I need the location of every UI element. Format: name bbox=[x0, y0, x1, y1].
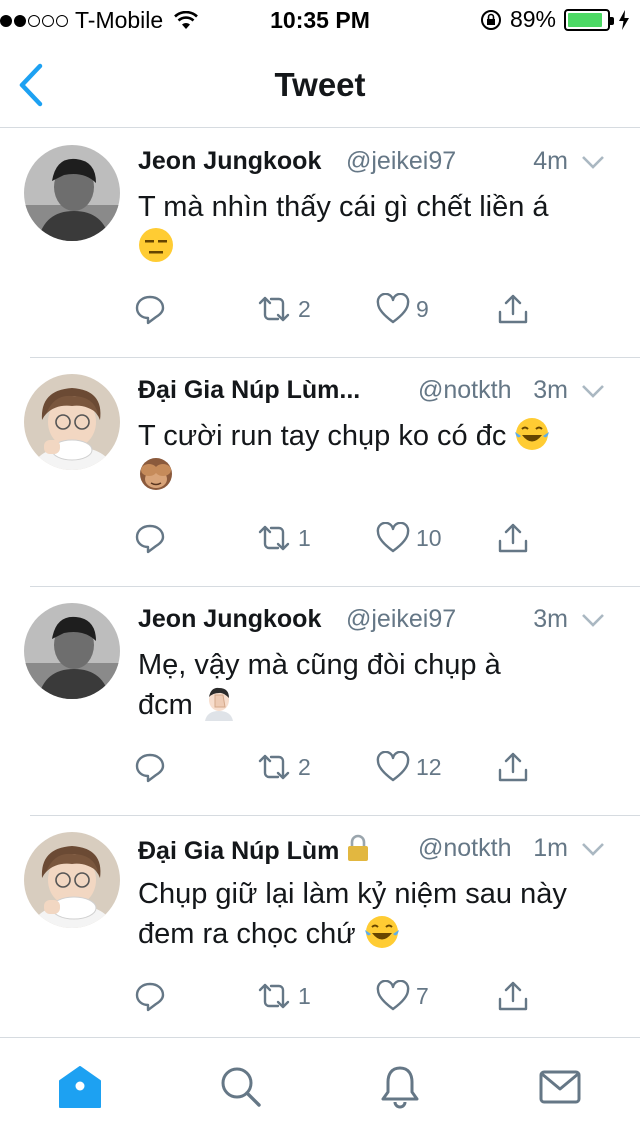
retweet-icon bbox=[258, 983, 290, 1009]
tweet-text: T cười run tay chụp ko có đc bbox=[138, 416, 616, 496]
reply-button[interactable] bbox=[134, 520, 172, 556]
retweet-icon bbox=[258, 296, 290, 322]
tweet-actions: 1 10 bbox=[134, 520, 554, 556]
reply-button[interactable] bbox=[134, 978, 172, 1014]
retweet-count: 2 bbox=[298, 753, 311, 780]
reply-icon bbox=[135, 982, 165, 1012]
timestamp[interactable]: 3m bbox=[533, 605, 568, 634]
tweet-thread: Jeon Jungkook @jeikei97 4m T mà nhìn thấ… bbox=[0, 129, 640, 1045]
like-button[interactable]: 12 bbox=[376, 749, 442, 785]
tweet-text-line: Chụp giữ lại làm kỷ niệm sau này bbox=[138, 878, 567, 910]
battery-icon bbox=[564, 8, 614, 31]
display-name[interactable]: Đại Gia Núp Lùm... bbox=[138, 376, 360, 405]
share-icon bbox=[498, 294, 528, 324]
avatar[interactable] bbox=[24, 374, 120, 470]
bell-icon[interactable] bbox=[378, 1064, 422, 1110]
reply-icon bbox=[135, 524, 165, 554]
page-title: Tweet bbox=[274, 66, 366, 103]
like-count: 10 bbox=[416, 524, 442, 551]
username[interactable]: @notkth bbox=[418, 376, 511, 405]
reply-icon bbox=[135, 295, 165, 325]
heart-icon bbox=[376, 980, 410, 1011]
status-bar: T-Mobile 10:35 PM 89% bbox=[0, 0, 640, 40]
retweet-button[interactable]: 2 bbox=[256, 749, 311, 785]
battery-percent: 89% bbox=[509, 6, 556, 32]
like-count: 12 bbox=[416, 753, 442, 780]
retweet-count: 1 bbox=[298, 982, 311, 1009]
home-icon[interactable] bbox=[58, 1064, 102, 1110]
share-button[interactable] bbox=[496, 749, 530, 785]
chevron-down-icon[interactable] bbox=[580, 840, 606, 858]
timestamp[interactable]: 4m bbox=[533, 147, 568, 176]
tweet[interactable]: Đại Gia Núp Lùm... @notkth 3m T cười run… bbox=[0, 358, 640, 587]
tweet[interactable]: Jeon Jungkook @jeikei97 3m Mẹ, vậy mà cũ… bbox=[0, 587, 640, 816]
tweet-text: T mà nhìn thấy cái gì chết liền á bbox=[138, 187, 616, 267]
retweet-icon bbox=[258, 754, 290, 780]
reply-icon bbox=[135, 753, 165, 783]
like-button[interactable]: 7 bbox=[376, 978, 429, 1014]
share-icon bbox=[498, 752, 528, 782]
display-name[interactable]: Jeon Jungkook bbox=[138, 605, 321, 634]
envelope-icon[interactable] bbox=[538, 1064, 582, 1110]
share-icon bbox=[498, 981, 528, 1011]
charging-bolt-icon bbox=[619, 9, 629, 30]
avatar[interactable] bbox=[24, 603, 120, 699]
share-icon bbox=[498, 523, 528, 553]
retweet-count: 1 bbox=[298, 524, 311, 551]
like-button[interactable]: 9 bbox=[376, 291, 429, 327]
retweet-button[interactable]: 1 bbox=[256, 520, 311, 556]
rotation-lock-icon bbox=[480, 9, 501, 30]
avatar[interactable] bbox=[24, 145, 120, 241]
tweet-text-line: đem ra chọc chứ bbox=[138, 918, 356, 950]
reply-button[interactable] bbox=[134, 749, 172, 785]
heart-icon bbox=[376, 522, 410, 553]
avatar[interactable] bbox=[24, 832, 120, 928]
retweet-count: 2 bbox=[298, 295, 311, 322]
face-palm-emoji bbox=[204, 687, 233, 721]
username[interactable]: @jeikei97 bbox=[346, 147, 456, 176]
retweet-button[interactable]: 2 bbox=[256, 291, 311, 327]
tweet-text-line: T mà nhìn thấy cái gì chết liền á bbox=[138, 191, 549, 223]
display-name-text[interactable]: Đại Gia Núp Lùm bbox=[138, 837, 339, 865]
expressionless-face-emoji bbox=[139, 228, 173, 262]
display-name[interactable]: Jeon Jungkook bbox=[138, 147, 321, 176]
share-button[interactable] bbox=[496, 520, 530, 556]
heart-icon bbox=[376, 293, 410, 324]
tab-bar bbox=[0, 1037, 640, 1136]
share-button[interactable] bbox=[496, 978, 530, 1014]
like-count: 9 bbox=[416, 295, 429, 322]
heart-icon bbox=[376, 751, 410, 782]
username[interactable]: @notkth bbox=[418, 834, 511, 863]
share-button[interactable] bbox=[496, 291, 530, 327]
display-name[interactable]: Đại Gia Núp Lùm bbox=[138, 834, 371, 866]
chevron-down-icon[interactable] bbox=[580, 611, 606, 629]
retweet-button[interactable]: 1 bbox=[256, 978, 311, 1014]
username[interactable]: @jeikei97 bbox=[346, 605, 456, 634]
lock-icon bbox=[348, 834, 369, 861]
tweet-actions: 2 12 bbox=[134, 749, 554, 785]
like-button[interactable]: 10 bbox=[376, 520, 442, 556]
like-count: 7 bbox=[416, 982, 429, 1009]
tweet-text: Mẹ, vậy mà cũng đòi chụp à đcm bbox=[138, 645, 616, 725]
search-icon[interactable] bbox=[218, 1064, 262, 1110]
navigation-bar: Tweet bbox=[0, 40, 640, 128]
see-no-evil-monkey-emoji bbox=[140, 458, 172, 490]
tweet-actions: 1 7 bbox=[134, 978, 554, 1014]
tears-of-joy-emoji bbox=[515, 418, 550, 450]
tears-of-joy-emoji bbox=[364, 916, 399, 948]
timestamp[interactable]: 3m bbox=[533, 376, 568, 405]
tweet-text-line: T cười run tay chụp ko có đc bbox=[138, 420, 507, 452]
chevron-down-icon[interactable] bbox=[580, 153, 606, 171]
chevron-down-icon[interactable] bbox=[580, 382, 606, 400]
timestamp[interactable]: 1m bbox=[533, 834, 568, 863]
tweet-text-line: Mẹ, vậy mà cũng đòi chụp à bbox=[138, 649, 501, 681]
tweet[interactable]: Đại Gia Núp Lùm @notkth 1m Chụp giữ lại … bbox=[0, 816, 640, 1045]
retweet-icon bbox=[258, 525, 290, 551]
tweet-text-line: đcm bbox=[138, 689, 193, 721]
tweet-text: Chụp giữ lại làm kỷ niệm sau này đem ra … bbox=[138, 874, 616, 954]
reply-button[interactable] bbox=[134, 291, 172, 327]
tweet[interactable]: Jeon Jungkook @jeikei97 4m T mà nhìn thấ… bbox=[0, 129, 640, 358]
tweet-actions: 2 9 bbox=[134, 291, 554, 327]
